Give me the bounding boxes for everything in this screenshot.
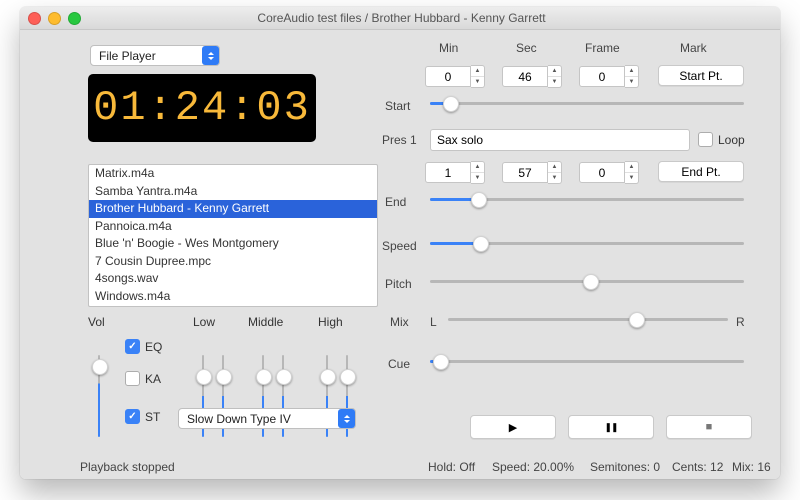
time-display: 01:24:03 xyxy=(88,74,316,142)
stepper-icon[interactable]: ▲▼ xyxy=(625,161,639,184)
eq-checkbox[interactable] xyxy=(125,339,140,354)
ka-checkbox-label: KA xyxy=(145,372,161,386)
high-slider-1[interactable] xyxy=(320,369,336,385)
play-button[interactable]: ▶ xyxy=(470,415,556,439)
cue-slider[interactable] xyxy=(430,353,744,369)
end-frame-input[interactable] xyxy=(579,162,625,183)
min-header: Min xyxy=(439,41,458,55)
start-point-button[interactable]: Start Pt. xyxy=(658,65,744,86)
list-item[interactable]: Windows.m4a xyxy=(89,288,377,306)
status-hold: Hold: Off xyxy=(428,460,475,474)
list-item[interactable]: Blue 'n' Boogie - Wes Montgomery xyxy=(89,235,377,253)
start-sec-input[interactable] xyxy=(502,66,548,87)
stepper-icon[interactable]: ▲▼ xyxy=(471,161,485,184)
preset-name-input[interactable] xyxy=(430,129,690,151)
start-min-input[interactable] xyxy=(425,66,471,87)
play-icon: ▶ xyxy=(509,421,517,434)
titlebar: CoreAudio test files / Brother Hubbard -… xyxy=(20,7,780,30)
high-label: High xyxy=(318,315,343,329)
eq-checkbox-label: EQ xyxy=(145,340,162,354)
high-slider-2[interactable] xyxy=(340,369,356,385)
start-frame-input[interactable] xyxy=(579,66,625,87)
source-select[interactable]: File Player xyxy=(90,45,220,66)
mix-slider[interactable] xyxy=(448,311,728,327)
list-item[interactable]: 4songs.wav xyxy=(89,270,377,288)
status-speed: Speed: 20.00% xyxy=(492,460,574,474)
pause-icon: ❚❚ xyxy=(604,422,617,433)
list-item[interactable]: On The Backside - The Brecker Brothers xyxy=(89,305,377,307)
ka-checkbox[interactable] xyxy=(125,371,140,386)
app-window: CoreAudio test files / Brother Hubbard -… xyxy=(20,7,780,479)
list-item[interactable]: 7 Cousin Dupree.mpc xyxy=(89,253,377,271)
start-slider[interactable] xyxy=(430,95,744,111)
mark-header: Mark xyxy=(680,41,707,55)
cue-label: Cue xyxy=(388,357,410,371)
preset-label: Pres 1 xyxy=(382,133,417,147)
status-state: Playback stopped xyxy=(80,460,175,474)
low-slider-2[interactable] xyxy=(216,369,232,385)
pause-button[interactable]: ❚❚ xyxy=(568,415,654,439)
low-label: Low xyxy=(193,315,215,329)
start-label: Start xyxy=(385,99,410,113)
stepper-icon[interactable]: ▲▼ xyxy=(548,65,562,88)
mix-l-label: L xyxy=(430,315,437,329)
window-title: CoreAudio test files / Brother Hubbard -… xyxy=(31,11,772,25)
end-sec-input[interactable] xyxy=(502,162,548,183)
end-slider[interactable] xyxy=(430,191,744,207)
loop-label: Loop xyxy=(718,133,745,147)
speed-label: Speed xyxy=(382,239,417,253)
slowdown-select[interactable]: Slow Down Type IV xyxy=(178,408,356,429)
mid-slider-2[interactable] xyxy=(276,369,292,385)
stop-icon: ■ xyxy=(706,421,713,433)
status-semitones: Semitones: 0 xyxy=(590,460,660,474)
status-mix: Mix: 16 xyxy=(732,460,771,474)
stepper-icon[interactable]: ▲▼ xyxy=(548,161,562,184)
stepper-icon[interactable]: ▲▼ xyxy=(625,65,639,88)
frame-header: Frame xyxy=(585,41,620,55)
st-checkbox[interactable] xyxy=(125,409,140,424)
speed-slider[interactable] xyxy=(430,235,744,251)
stepper-icon[interactable]: ▲▼ xyxy=(471,65,485,88)
file-list[interactable]: Matrix.m4aSamba Yantra.m4aBrother Hubbar… xyxy=(88,164,378,307)
loop-checkbox[interactable] xyxy=(698,132,713,147)
pitch-label: Pitch xyxy=(385,277,412,291)
list-item[interactable]: Samba Yantra.m4a xyxy=(89,183,377,201)
low-slider-1[interactable] xyxy=(196,369,212,385)
list-item[interactable]: Matrix.m4a xyxy=(89,165,377,183)
end-min-input[interactable] xyxy=(425,162,471,183)
list-item[interactable]: Brother Hubbard - Kenny Garrett xyxy=(89,200,377,218)
status-cents: Cents: 12 xyxy=(672,460,723,474)
stop-button[interactable]: ■ xyxy=(666,415,752,439)
vol-slider[interactable] xyxy=(92,359,108,375)
st-checkbox-label: ST xyxy=(145,410,160,424)
end-point-button[interactable]: End Pt. xyxy=(658,161,744,182)
mid-label: Middle xyxy=(248,315,283,329)
mix-r-label: R xyxy=(736,315,745,329)
vol-label: Vol xyxy=(88,315,105,329)
list-item[interactable]: Pannoica.m4a xyxy=(89,218,377,236)
mid-slider-1[interactable] xyxy=(256,369,272,385)
sec-header: Sec xyxy=(516,41,537,55)
pitch-slider[interactable] xyxy=(430,273,744,289)
end-label: End xyxy=(385,195,406,209)
status-bar: Playback stopped Hold: Off Speed: 20.00%… xyxy=(20,456,780,479)
mix-label: Mix xyxy=(390,315,409,329)
